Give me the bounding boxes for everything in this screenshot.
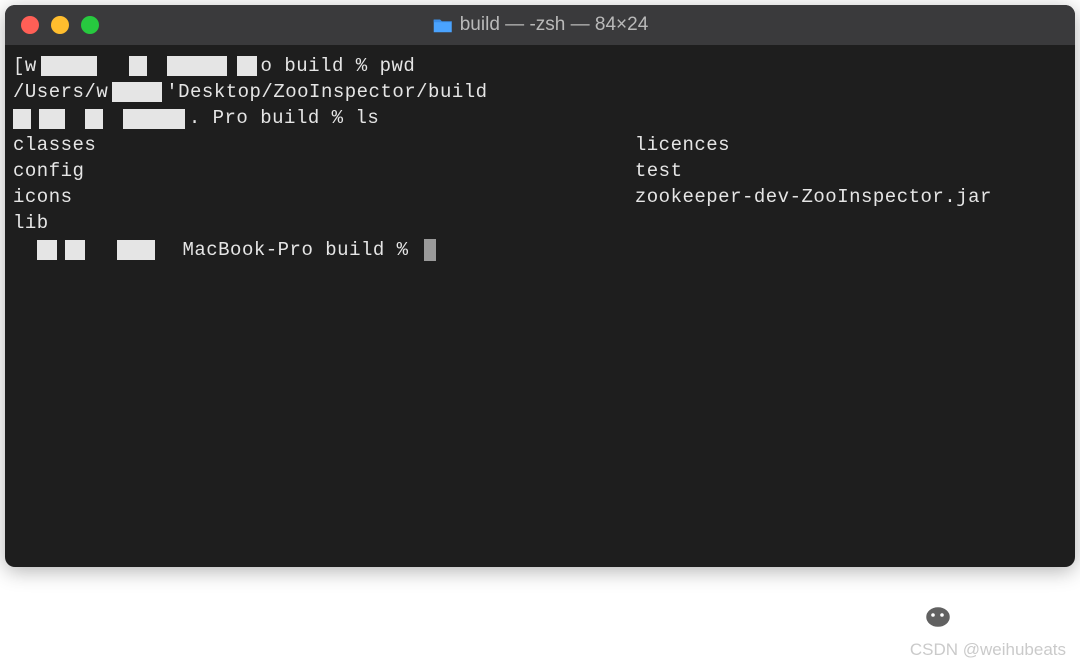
redaction	[117, 240, 155, 260]
pwd-output-line: /Users/w 'Desktop/ZooInspector/build	[13, 79, 1067, 105]
prompt-2-suffix: Pro build %	[213, 105, 356, 131]
pwd-output-prefix: /Users/w	[13, 79, 108, 105]
window-title-text: build — -zsh — 84×24	[460, 14, 649, 36]
redaction	[37, 240, 57, 260]
redaction	[129, 56, 147, 76]
csdn-watermark: CSDN @weihubeats	[910, 640, 1066, 660]
ls-item: lib	[13, 210, 635, 236]
prompt-line-1: [w o build % pwd	[13, 53, 1067, 79]
prompt-1-leading: [w	[13, 53, 37, 79]
terminal-body[interactable]: [w o build % pwd /Users/w 'Desktop/ZooIn…	[5, 45, 1075, 271]
prompt-3-mid: MacBook-Pro build %	[182, 237, 420, 263]
window-title: build — -zsh — 84×24	[432, 14, 649, 36]
minimize-button[interactable]	[51, 16, 69, 34]
ls-item: licences	[635, 132, 1067, 158]
wechat-watermark-text: 小奏技术	[962, 594, 1066, 631]
cmd-ls: ls	[355, 105, 379, 131]
redaction	[39, 109, 65, 129]
prompt-line-2: . Pro build % ls	[13, 105, 1067, 131]
terminal-cursor	[424, 239, 436, 261]
wechat-watermark: 小奏技术	[906, 592, 1066, 632]
traffic-lights	[21, 16, 99, 34]
ls-item	[635, 210, 1067, 236]
ls-item: test	[635, 158, 1067, 184]
redaction	[65, 240, 85, 260]
redaction	[85, 109, 103, 129]
redaction	[167, 56, 227, 76]
ls-item: config	[13, 158, 635, 184]
maximize-button[interactable]	[81, 16, 99, 34]
ls-item: classes	[13, 132, 635, 158]
close-button[interactable]	[21, 16, 39, 34]
wechat-icon	[906, 592, 954, 632]
title-bar[interactable]: build — -zsh — 84×24	[5, 5, 1075, 45]
prompt-line-3: MacBook-Pro build %	[13, 237, 1067, 263]
ls-output: classes licences config test icons zooke…	[13, 132, 1067, 237]
redaction	[237, 56, 257, 76]
redaction	[41, 56, 97, 76]
pwd-output-suffix: 'Desktop/ZooInspector/build	[166, 79, 487, 105]
redaction	[13, 109, 31, 129]
folder-icon	[432, 16, 454, 34]
cmd-pwd: pwd	[380, 53, 416, 79]
terminal-window: build — -zsh — 84×24 [w o build % pwd /U…	[5, 5, 1075, 567]
redaction	[123, 109, 185, 129]
ls-item: zookeeper-dev-ZooInspector.jar	[635, 184, 1067, 210]
ls-item: icons	[13, 184, 635, 210]
redaction	[112, 82, 162, 102]
